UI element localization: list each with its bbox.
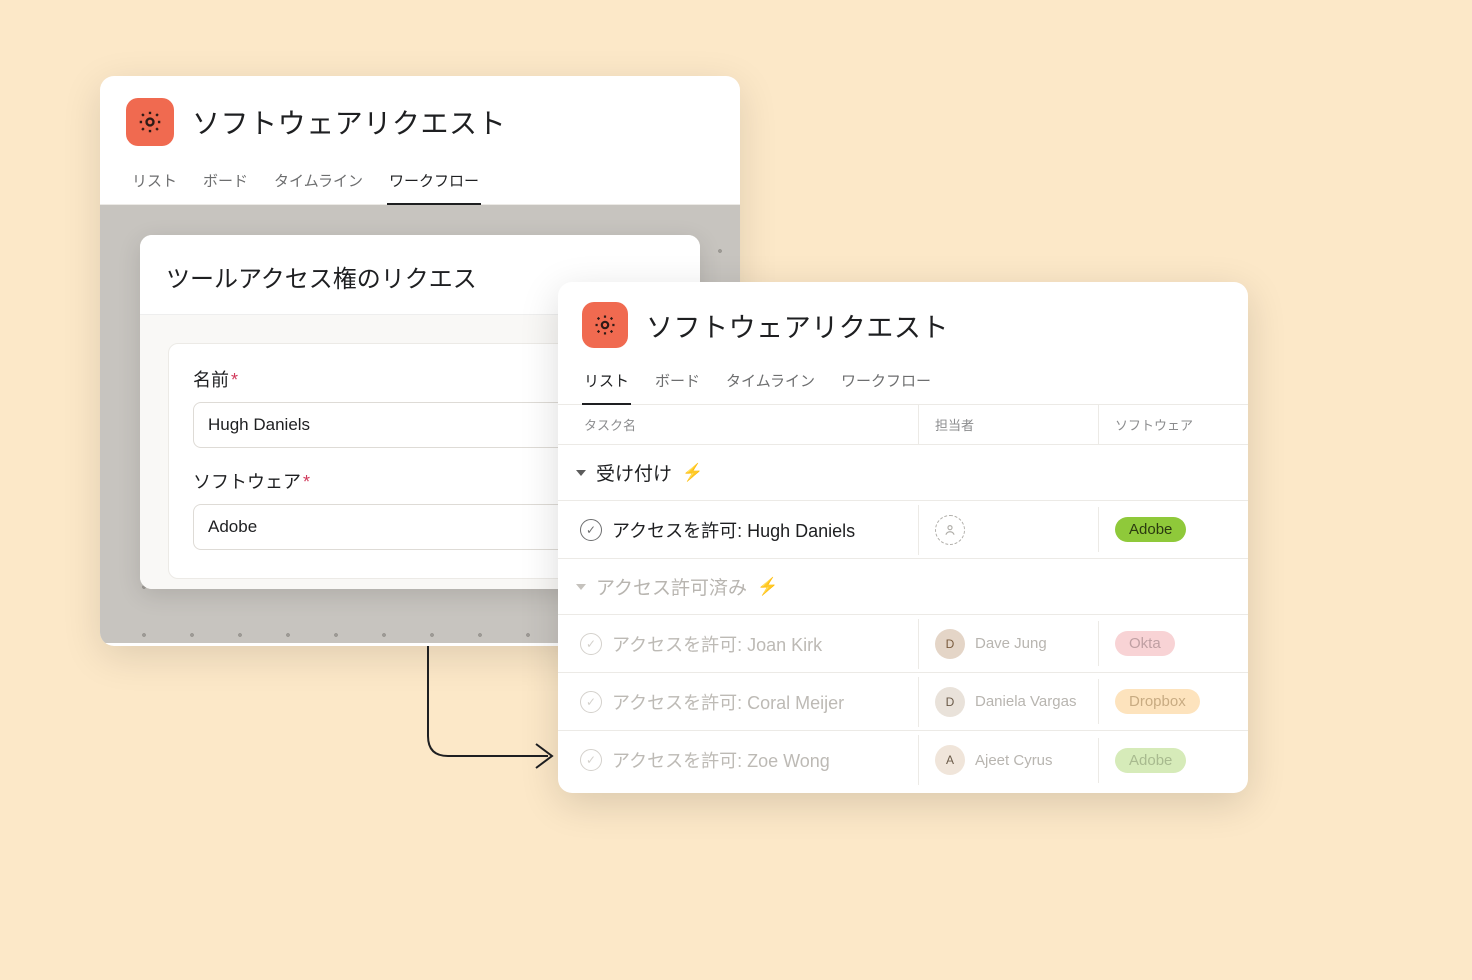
- software-pill: Dropbox: [1115, 689, 1200, 714]
- software-pill: Adobe: [1115, 517, 1186, 542]
- task-row[interactable]: ✓ アクセスを許可: Zoe Wong A Ajeet Cyrus Adobe: [558, 731, 1248, 789]
- assignee-name: Ajeet Cyrus: [975, 752, 1053, 769]
- panel-title: ソフトウェアリクエスト: [192, 102, 506, 142]
- arrow-icon: [408, 646, 578, 786]
- task-row[interactable]: ✓ アクセスを許可: Hugh Daniels Adobe: [558, 501, 1248, 559]
- check-circle-icon[interactable]: ✓: [580, 749, 602, 771]
- tab-ボード[interactable]: ボード: [653, 360, 702, 404]
- gear-icon: [582, 302, 628, 348]
- panel-title: ソフトウェアリクエスト: [646, 306, 949, 345]
- tab-リスト[interactable]: リスト: [130, 160, 179, 204]
- tab-ワークフロー[interactable]: ワークフロー: [387, 160, 481, 205]
- tab-ワークフロー[interactable]: ワークフロー: [839, 360, 933, 404]
- panel-header: ソフトウェアリクエスト: [558, 282, 1248, 356]
- bolt-icon: ⚡: [682, 463, 703, 483]
- column-task: タスク名: [558, 405, 918, 444]
- required-mark: *: [231, 370, 238, 390]
- task-row[interactable]: ✓ アクセスを許可: Joan Kirk D Dave Jung Okta: [558, 615, 1248, 673]
- panel-header: ソフトウェアリクエスト: [100, 76, 740, 156]
- section-header[interactable]: 受け付け ⚡: [558, 445, 1248, 501]
- name-label-text: 名前: [193, 370, 229, 390]
- task-name: アクセスを許可: Zoe Wong: [612, 747, 830, 773]
- task-name: アクセスを許可: Joan Kirk: [612, 631, 822, 657]
- avatar: D: [935, 687, 965, 717]
- assignee-name: Daniela Vargas: [975, 693, 1076, 710]
- list-panel: ソフトウェアリクエスト リストボードタイムラインワークフロー タスク名 担当者 …: [558, 282, 1248, 793]
- check-circle-icon[interactable]: ✓: [580, 633, 602, 655]
- tab-タイムライン[interactable]: タイムライン: [724, 360, 817, 404]
- tabs: リストボードタイムラインワークフロー: [558, 356, 1248, 405]
- section-name: アクセス許可済み: [596, 573, 747, 600]
- section-header[interactable]: アクセス許可済み ⚡: [558, 559, 1248, 615]
- avatar: D: [935, 629, 965, 659]
- software-pill: Okta: [1115, 631, 1175, 656]
- required-mark: *: [303, 472, 310, 492]
- software-label-text: ソフトウェア: [193, 472, 301, 492]
- task-name: アクセスを許可: Hugh Daniels: [612, 517, 855, 543]
- task-list: 受け付け ⚡✓ アクセスを許可: Hugh Daniels Adobe アクセス…: [558, 445, 1248, 789]
- check-circle-icon[interactable]: ✓: [580, 519, 602, 541]
- tab-タイムライン[interactable]: タイムライン: [272, 160, 365, 204]
- software-pill: Adobe: [1115, 748, 1186, 773]
- check-circle-icon[interactable]: ✓: [580, 691, 602, 713]
- caret-down-icon: [576, 470, 586, 476]
- column-headers: タスク名 担当者 ソフトウェア: [558, 405, 1248, 445]
- tabs: リストボードタイムラインワークフロー: [100, 156, 740, 205]
- task-row[interactable]: ✓ アクセスを許可: Coral Meijer D Daniela Vargas D…: [558, 673, 1248, 731]
- column-assignee: 担当者: [918, 405, 1098, 444]
- gear-icon: [126, 98, 174, 146]
- task-name: アクセスを許可: Coral Meijer: [612, 689, 844, 715]
- column-software: ソフトウェア: [1098, 405, 1248, 444]
- assignee-empty-icon[interactable]: [935, 515, 965, 545]
- bolt-icon: ⚡: [757, 577, 778, 597]
- caret-down-icon: [576, 584, 586, 590]
- section-name: 受け付け: [596, 459, 672, 486]
- tab-リスト[interactable]: リスト: [582, 360, 631, 405]
- tab-ボード[interactable]: ボード: [201, 160, 250, 204]
- assignee-name: Dave Jung: [975, 635, 1047, 652]
- avatar: A: [935, 745, 965, 775]
